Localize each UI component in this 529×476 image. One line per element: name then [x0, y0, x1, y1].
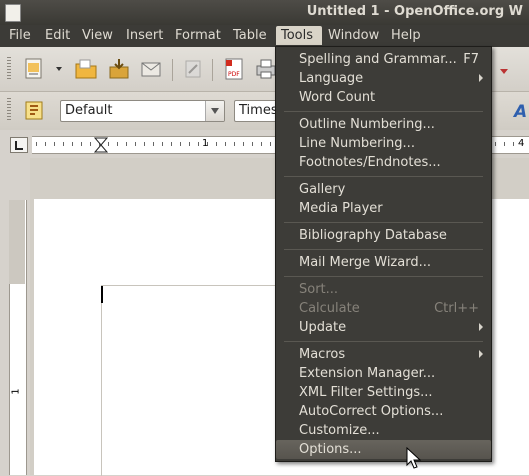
email-icon[interactable] [139, 57, 163, 81]
toolbar-divider [212, 59, 213, 81]
menu-item-label: Spelling and Grammar... [299, 52, 457, 67]
menu-separator [284, 176, 483, 177]
menu-separator [284, 222, 483, 223]
styles-icon[interactable] [22, 98, 46, 122]
toolbar-divider [172, 59, 173, 81]
title-bar: Untitled 1 - OpenOffice.org W [0, 0, 529, 25]
menu-item-label: Line Numbering... [299, 136, 415, 151]
menu-item-label: Footnotes/Endnotes... [299, 155, 441, 170]
chevron-down-icon[interactable] [500, 69, 508, 78]
menu-item-options[interactable]: Options... [276, 440, 491, 459]
chevron-down-icon[interactable] [205, 101, 224, 121]
menu-item-label: Extension Manager... [299, 366, 436, 381]
menu-item-update[interactable]: Update [276, 318, 491, 337]
menu-bar: File Edit View Insert Format Table Tools… [0, 25, 529, 47]
paragraph-style-value: Default [65, 103, 113, 118]
menu-item-customize[interactable]: Customize... [276, 421, 491, 440]
font-color-icon[interactable]: A [514, 102, 527, 122]
toolbar-grip[interactable] [7, 57, 11, 81]
menu-item-label: Update [299, 320, 347, 335]
menu-file[interactable]: File [9, 28, 31, 44]
menu-item-label: XML Filter Settings... [299, 385, 433, 400]
tab-stop-button[interactable] [10, 137, 28, 153]
menu-item-label: Language [299, 71, 364, 86]
menu-item-footnotes[interactable]: Footnotes/Endnotes... [276, 153, 491, 172]
chevron-down-icon[interactable] [56, 67, 62, 74]
menu-item-label: Gallery [299, 182, 346, 197]
menu-item-accelerator: F7 [463, 52, 479, 67]
menu-edit[interactable]: Edit [45, 28, 70, 44]
menu-item-line-numbering[interactable]: Line Numbering... [276, 134, 491, 153]
menu-item-label: AutoCorrect Options... [299, 404, 444, 419]
export-pdf-icon[interactable]: PDF [222, 57, 246, 81]
save-icon[interactable] [107, 57, 131, 81]
menu-item-gallery[interactable]: Gallery [276, 180, 491, 199]
new-document-icon[interactable] [22, 57, 46, 81]
menu-separator [284, 249, 483, 250]
menu-help[interactable]: Help [391, 28, 421, 44]
ruler-mark-1: 1 [202, 138, 209, 149]
text-boundary [101, 285, 302, 476]
menu-item-outline-numbering[interactable]: Outline Numbering... [276, 115, 491, 134]
app-icon [5, 4, 21, 22]
submenu-arrow-icon [479, 350, 483, 358]
mouse-pointer-icon [406, 447, 422, 469]
menu-item-xml-filter[interactable]: XML Filter Settings... [276, 383, 491, 402]
menu-item-macros[interactable]: Macros [276, 345, 491, 364]
menu-item-label: Sort... [299, 282, 339, 297]
menu-item-label: Customize... [299, 423, 380, 438]
menu-item-label: Macros [299, 347, 346, 362]
tools-menu: Spelling and Grammar... F7 Language Word… [275, 46, 492, 462]
open-folder-icon[interactable] [74, 57, 98, 81]
svg-text:PDF: PDF [228, 71, 240, 78]
submenu-arrow-icon [479, 323, 483, 331]
menu-separator [284, 111, 483, 112]
toolbar-grip[interactable] [7, 98, 11, 122]
menu-item-extension-manager[interactable]: Extension Manager... [276, 364, 491, 383]
ruler-mark-4: 4 [518, 138, 525, 149]
menu-item-label: Media Player [299, 201, 383, 216]
menu-item-sort: Sort... [276, 280, 491, 299]
menu-table[interactable]: Table [233, 28, 267, 44]
font-name-value: Times [239, 103, 278, 118]
menu-window[interactable]: Window [328, 28, 379, 44]
menu-item-media-player[interactable]: Media Player [276, 199, 491, 218]
menu-tools[interactable]: Tools [276, 26, 322, 45]
menu-item-bibliography[interactable]: Bibliography Database [276, 226, 491, 245]
text-cursor [101, 286, 103, 303]
menu-item-label: Outline Numbering... [299, 117, 435, 132]
edit-file-icon[interactable] [181, 57, 205, 81]
menu-item-word-count[interactable]: Word Count [276, 88, 491, 107]
menu-insert[interactable]: Insert [126, 28, 163, 44]
menu-item-label: Word Count [299, 90, 376, 105]
menu-separator [284, 341, 483, 342]
menu-view[interactable]: View [82, 28, 113, 44]
menu-item-accelerator: Ctrl++ [434, 301, 479, 316]
menu-item-label: Calculate [299, 301, 360, 316]
menu-separator [284, 276, 483, 277]
paragraph-style-select[interactable]: Default [60, 100, 225, 122]
vruler-mark-1: 1 [10, 388, 22, 395]
menu-item-label: Options... [299, 442, 362, 457]
menu-item-label: Bibliography Database [299, 228, 447, 243]
menu-format[interactable]: Format [175, 28, 221, 44]
menu-item-language[interactable]: Language [276, 69, 491, 88]
vertical-ruler-margin [9, 200, 25, 284]
menu-item-mail-merge[interactable]: Mail Merge Wizard... [276, 253, 491, 272]
menu-item-calculate: Calculate Ctrl++ [276, 299, 491, 318]
menu-item-label: Mail Merge Wizard... [299, 255, 431, 270]
window-title: Untitled 1 - OpenOffice.org W [306, 4, 523, 19]
menu-item-spelling[interactable]: Spelling and Grammar... F7 [276, 50, 491, 69]
menu-item-autocorrect[interactable]: AutoCorrect Options... [276, 402, 491, 421]
submenu-arrow-icon [479, 74, 483, 82]
indent-marker-icon[interactable] [94, 137, 108, 153]
